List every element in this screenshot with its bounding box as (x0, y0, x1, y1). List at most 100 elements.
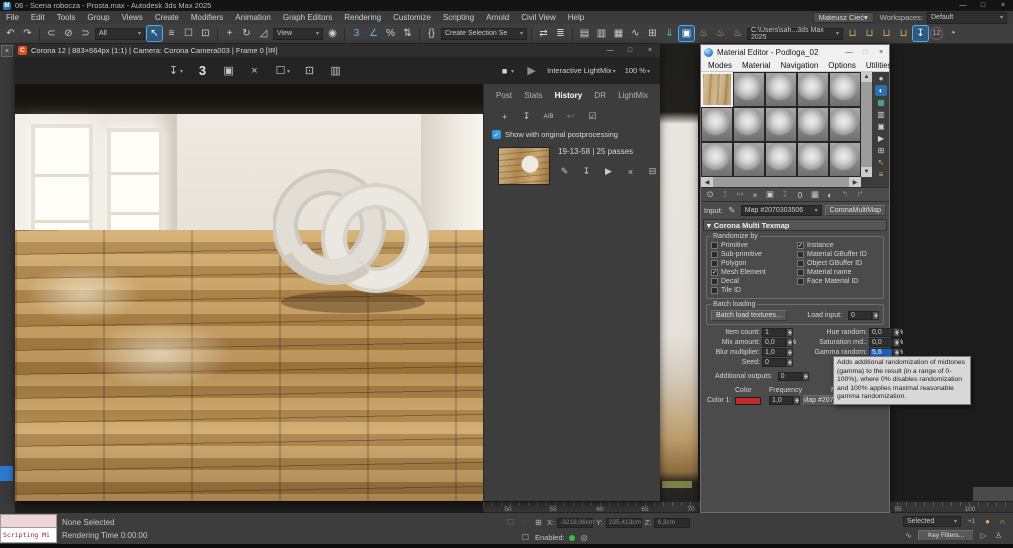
menu-animation[interactable]: Animation (229, 13, 277, 22)
checkbox-material-gbuffer-id[interactable]: Material GBuffer ID (797, 250, 879, 259)
material-id-channel-icon[interactable]: 0 (794, 189, 806, 201)
select-and-link-icon[interactable]: ⊂ (44, 26, 59, 41)
material-sample-slot[interactable] (733, 107, 765, 142)
named-selection-sets-icon[interactable]: {} (424, 26, 439, 41)
put-to-library-icon[interactable]: ↧ (779, 189, 791, 201)
open-folder-icon[interactable]: ⊔ (862, 26, 877, 41)
y-field[interactable]: 235,413cm (606, 518, 642, 528)
render-production-icon[interactable]: ♨ (730, 26, 745, 41)
zoom-level-combo[interactable]: 100 % ▾ (625, 66, 652, 75)
sample-horizontal-scrollbar[interactable]: ◀ ▶ (701, 177, 861, 187)
focus-pick-icon[interactable]: ⊡ (301, 62, 318, 79)
play-animation-icon[interactable]: ▷ (978, 530, 989, 541)
make-unique-icon[interactable]: ▣ (764, 189, 776, 201)
start-render-icon[interactable]: ▶ (523, 62, 540, 79)
material-sample-slot[interactable] (797, 107, 829, 142)
scroll-down-icon[interactable]: ▼ (861, 167, 872, 177)
menu-options[interactable]: Options (824, 61, 860, 70)
history-cleanup-icon[interactable]: ☑ (586, 110, 599, 123)
checkbox-sub-primitive[interactable]: Sub-primitive (711, 250, 797, 259)
history-save-icon[interactable]: ↧ (520, 110, 533, 123)
blur-multiplier-field[interactable]: 1,0 (762, 348, 786, 357)
scroll-left-icon[interactable]: ◀ (701, 177, 713, 187)
selection-lock-icon[interactable]: ∩ (997, 516, 1008, 527)
menu-create[interactable]: Create (149, 13, 185, 22)
menu-graph-editors[interactable]: Graph Editors (277, 13, 338, 22)
record-circle-icon[interactable]: ◎ (579, 532, 590, 543)
close-icon[interactable]: × (640, 47, 660, 54)
macro-recorder-line[interactable] (0, 514, 57, 528)
user-account-menu[interactable]: Mateusz Cieć ▾ (813, 12, 874, 23)
download-arrow-icon[interactable]: ⇓ (662, 26, 677, 41)
mix-amount-field[interactable]: 0,0 (762, 338, 786, 347)
menu-tools[interactable]: Tools (51, 13, 82, 22)
saturation-rnd-field[interactable]: 0,0 (869, 338, 893, 347)
spinner-arrows[interactable] (786, 358, 793, 367)
grid-snap-icon[interactable]: ☐ (520, 532, 531, 543)
select-object-icon[interactable]: ↖ (147, 26, 162, 41)
badge-12-icon[interactable]: 12 (930, 27, 943, 40)
tab-lightmix[interactable]: LightMix (618, 91, 648, 100)
spinner-snap-icon[interactable]: ⇅ (400, 26, 415, 41)
material-editor-titlebar[interactable]: Material Editor - Podloga_02 — □ × (701, 45, 889, 59)
show-map-in-viewport-icon[interactable]: ▦ (809, 189, 821, 201)
select-by-name-icon[interactable]: ≡ (164, 26, 179, 41)
lock-mini-icon[interactable]: ◌ (519, 517, 530, 528)
spinner-arrows[interactable] (802, 372, 809, 381)
duplicate-image-icon[interactable]: ▣ (220, 62, 237, 79)
video-color-check-icon[interactable]: ▣ (875, 121, 887, 132)
uv-tiling-icon[interactable]: ▥ (875, 109, 887, 120)
ribbon-toggle-icon[interactable]: ▦ (611, 26, 626, 41)
backlight-icon[interactable]: ◐ (875, 85, 887, 96)
entry-edit-icon[interactable]: ✎ (558, 165, 571, 178)
redo-icon[interactable]: ↷ (20, 26, 35, 41)
use-pivot-center-icon[interactable]: ◉ (325, 26, 340, 41)
unlink-selection-icon[interactable]: ⊘ (61, 26, 76, 41)
archive-folder-icon[interactable]: ⊔ (896, 26, 911, 41)
checkbox-tile-id[interactable]: Tile ID (711, 286, 797, 295)
x-field[interactable]: -3218,06cm (557, 518, 593, 528)
snap-toggle-icon[interactable]: 3 (349, 26, 364, 41)
z-field[interactable]: 6,3cm (654, 518, 690, 528)
hue-random-field[interactable]: 0,0 (869, 328, 893, 337)
checkbox-mesh-element[interactable]: Mesh Element (711, 268, 797, 277)
clock-icon[interactable]: ◔ (945, 26, 960, 41)
checkbox-face-material-id[interactable]: Face Material ID (797, 277, 879, 286)
isolate-mini-icon[interactable]: ☐ (505, 517, 516, 528)
import-folder-icon[interactable]: ⊔ (845, 26, 860, 41)
set-key-icon[interactable]: +1 (965, 516, 978, 527)
maximize-icon[interactable]: □ (857, 49, 873, 56)
menu-rendering[interactable]: Rendering (338, 13, 387, 22)
color1-swatch[interactable] (735, 397, 761, 405)
entry-load-icon[interactable]: ▶ (602, 165, 615, 178)
align-icon[interactable]: ≣ (553, 26, 568, 41)
material-map-navigator-icon[interactable]: ≡ (875, 169, 887, 180)
menu-material[interactable]: Material (738, 61, 774, 70)
options-icon[interactable]: ⊞ (875, 145, 887, 156)
walkthrough-icon[interactable]: ♙ (993, 530, 1004, 541)
checkbox-object-gbuffer-id[interactable]: Object GBuffer ID (797, 259, 879, 268)
selection-filter-combo[interactable]: All ▾ (95, 28, 145, 40)
angle-snap-icon[interactable]: ∠ (366, 26, 381, 41)
maximize-icon[interactable]: □ (620, 47, 640, 54)
spinner-arrows[interactable] (872, 311, 879, 320)
material-sample-slot[interactable] (701, 72, 733, 107)
menu-civil-view[interactable]: Civil View (515, 13, 562, 22)
select-and-rotate-icon[interactable]: ↻ (239, 26, 254, 41)
history-add-icon[interactable]: + (498, 110, 511, 123)
material-sample-slot[interactable] (829, 142, 861, 177)
workspace-combo[interactable]: Default ▾ (927, 12, 1007, 24)
maxscript-mini-listener[interactable]: Scripting Mi (0, 514, 57, 544)
material-sample-slot[interactable] (733, 72, 765, 107)
named-selection-set-combo[interactable]: Create Selection Se ▾ (441, 28, 527, 40)
history-entry[interactable]: 19-13-58 | 25 passes ✎ ↧ ▶ × ⊟ (484, 139, 660, 185)
select-and-move-icon[interactable]: + (222, 26, 237, 41)
chevron-down-icon[interactable]: ▾ (287, 68, 290, 79)
entry-remove-icon[interactable]: × (624, 165, 637, 178)
material-sample-slot[interactable] (829, 72, 861, 107)
checkbox-instance[interactable]: Instance (797, 241, 879, 250)
material-sample-slot[interactable] (701, 107, 733, 142)
material-sample-slot[interactable] (765, 107, 797, 142)
bind-to-space-warp-icon[interactable]: ⊃ (78, 26, 93, 41)
tab-stats[interactable]: Stats (524, 91, 542, 100)
